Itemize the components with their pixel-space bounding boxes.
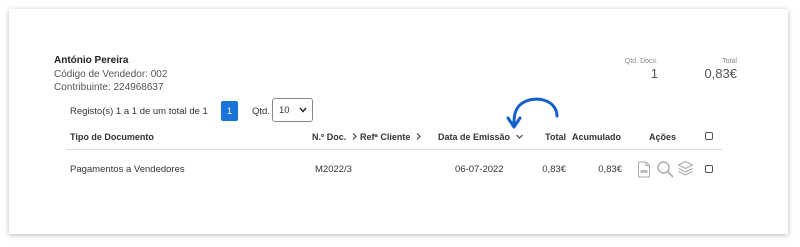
qty-label: Qtd. [252,106,270,117]
header-accumulated: Acumulado [572,132,622,142]
docs-count-label: Qtd. Docs. [624,58,658,65]
arrow-annotation-icon [506,97,559,129]
records-info: Registo(s) 1 a 1 de um total de 1 [70,106,208,117]
layers-icon[interactable] [677,160,694,177]
header-issue-date-label: Data de Emissão [438,132,511,142]
row-doc-no: M2022/3 [315,164,352,175]
select-all-checkbox[interactable] [705,132,713,140]
chevron-right-icon [352,133,357,140]
row-doc-type: Pagamentos a Vendedores [70,164,185,175]
header-divider [66,149,722,150]
pdf-icon[interactable] [637,161,651,178]
total-value: 0,83€ [704,66,737,81]
qty-select-value: 10 [279,104,290,116]
header-doc-type: Tipo de Documento [70,132,154,142]
qty-select[interactable]: 10 [272,98,313,122]
seller-name: António Pereira [54,55,129,66]
row-checkbox[interactable] [705,165,713,173]
row-issue-date: 06-07-2022 [455,164,504,175]
chevron-right-icon [416,133,421,140]
seller-tax-id: Contribuinte: 224968637 [54,82,164,93]
search-icon[interactable] [656,160,674,178]
total-label: Total [722,58,737,65]
row-total: 0,83€ [542,164,566,175]
page-button-current[interactable]: 1 [221,101,238,121]
seller-panel [9,9,788,234]
header-actions: Ações [649,132,677,142]
docs-count-value: 1 [650,66,658,81]
seller-code: Código de Vendedor: 002 [54,69,168,80]
header-client-ref-label: Refª Cliente [360,132,411,142]
header-doc-no[interactable]: N.º Doc. [312,132,358,142]
header-doc-no-label: N.º Doc. [312,132,347,142]
chevron-down-icon [299,107,307,113]
chevron-down-icon [515,134,523,139]
header-client-ref[interactable]: Refª Cliente [360,132,422,142]
row-accumulated: 0,83€ [598,164,622,175]
